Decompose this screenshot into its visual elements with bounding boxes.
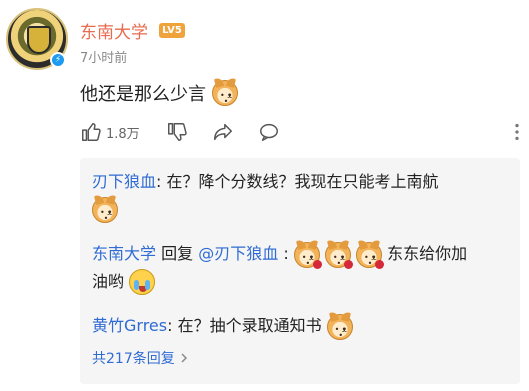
reply-panel: 刃下狼血: 在？降个分数线？我现在只能考上南航 • ᴥ • 东南大学 回复 @刃… bbox=[80, 158, 520, 384]
dislike-button[interactable] bbox=[166, 120, 188, 144]
doge-emoji-icon: • ᴥ • bbox=[326, 313, 353, 340]
action-bar: 1.8万 bbox=[80, 120, 520, 144]
username[interactable]: 东南大学 bbox=[80, 18, 148, 43]
reply-text: 在？抽个录取通知书 bbox=[177, 316, 322, 335]
reply-text-cont: 油哟 bbox=[92, 271, 125, 291]
like-button[interactable]: 1.8万 bbox=[80, 120, 140, 144]
chevron-right-icon bbox=[181, 353, 187, 363]
view-all-replies-link[interactable]: 共217条回复 bbox=[92, 348, 189, 368]
reply-text: 在？降个分数线？我现在只能考上南航 bbox=[166, 172, 439, 191]
doge-emoji-icon: • ᴥ • bbox=[212, 80, 238, 106]
reply-total: 共217条回复 bbox=[92, 351, 175, 367]
more-icon bbox=[515, 123, 519, 141]
comment-icon bbox=[260, 123, 278, 141]
post-time: 7小时前 bbox=[80, 51, 128, 66]
reply-colon: : bbox=[283, 244, 289, 263]
more-button[interactable] bbox=[506, 120, 528, 144]
reply-item[interactable]: 东南大学 回复 @刃下狼血 : • ᴥ • • ᴥ • • ᴥ • 东东给你加 … bbox=[92, 240, 512, 295]
reply-author[interactable]: 东南大学 bbox=[92, 244, 156, 263]
crest-shield bbox=[27, 26, 51, 54]
reply-item[interactable]: 刃下狼血: 在？降个分数线？我现在只能考上南航 • ᴥ • bbox=[92, 168, 512, 223]
share-icon bbox=[214, 123, 232, 141]
reply-item[interactable]: 黄竹Grres: 在？抽个录取通知书 • ᴥ • bbox=[92, 312, 512, 340]
reply-word: 回复 bbox=[161, 244, 194, 263]
post-header: 东南大学 LV5 bbox=[80, 18, 185, 43]
verified-badge-icon: ⚡ bbox=[50, 52, 66, 68]
comment-text: 他还是那么少言 bbox=[80, 84, 206, 105]
doge-rose-emoji-icon: • ᴥ • bbox=[324, 241, 353, 269]
like-count: 1.8万 bbox=[106, 126, 140, 142]
reply-author[interactable]: 刃下狼血 bbox=[92, 172, 156, 191]
thumbs-up-icon bbox=[82, 123, 101, 141]
reply-text: 东东给你加 bbox=[387, 244, 468, 263]
doge-emoji-icon: • ᴥ • bbox=[92, 196, 118, 223]
doge-rose-emoji-icon: • ᴥ • bbox=[356, 241, 384, 269]
doge-rose-emoji-icon: • ᴥ • bbox=[293, 241, 322, 269]
reply-mention[interactable]: @刃下狼血 bbox=[198, 244, 278, 263]
cry-emoji-icon bbox=[129, 269, 156, 295]
level-badge: LV5 bbox=[159, 23, 185, 38]
thumbs-down-icon bbox=[168, 123, 187, 141]
comment-body: 他还是那么少言 • ᴥ • bbox=[80, 80, 238, 106]
reply-author[interactable]: 黄竹Grres bbox=[92, 316, 167, 335]
comment-button[interactable] bbox=[258, 120, 280, 144]
avatar[interactable]: ⚡ bbox=[6, 8, 70, 72]
share-button[interactable] bbox=[212, 120, 234, 144]
